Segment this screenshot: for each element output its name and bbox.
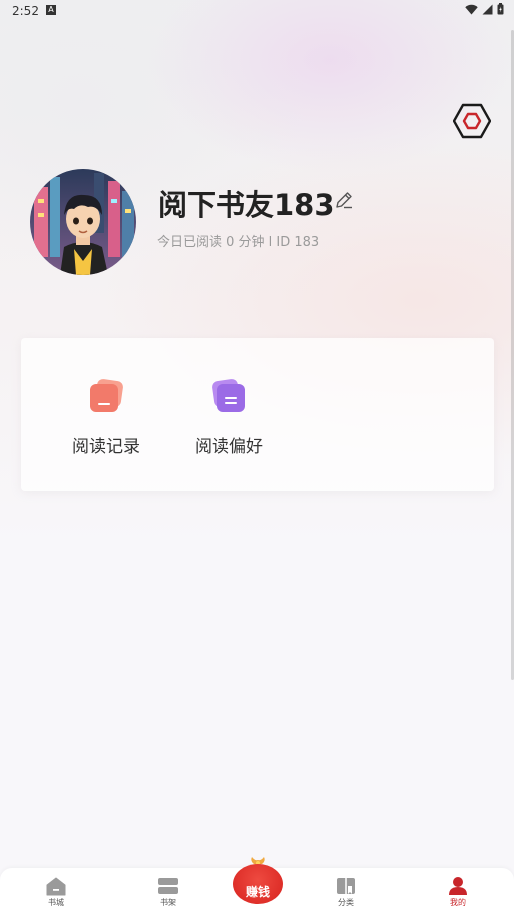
- settings-hexagon-icon: [452, 103, 492, 139]
- avatar[interactable]: [30, 169, 136, 275]
- username: 阅下书友183: [158, 188, 335, 222]
- battery-icon: [497, 3, 504, 15]
- quick-actions-card: 阅读记录 阅读偏好: [21, 338, 494, 491]
- tab-mine[interactable]: 我的: [428, 868, 488, 913]
- earn-money-label: 赚钱: [245, 885, 270, 899]
- settings-button[interactable]: [452, 103, 492, 139]
- reading-preference-label: 阅读偏好: [195, 437, 263, 457]
- edit-name-button[interactable]: [334, 190, 354, 210]
- user-icon: [449, 877, 467, 895]
- wifi-icon: [465, 4, 478, 14]
- notification-a-icon: A: [46, 5, 56, 15]
- status-bar: 2:52 A: [0, 0, 514, 22]
- pencil-icon: [336, 192, 352, 209]
- reading-history-button[interactable]: 阅读记录: [51, 338, 161, 491]
- reading-history-label: 阅读记录: [72, 437, 140, 457]
- tab-bookcity[interactable]: 书城: [26, 868, 86, 913]
- tab-mine-label: 我的: [450, 898, 466, 907]
- status-time: 2:52: [12, 4, 39, 18]
- status-icons: [465, 3, 504, 15]
- tab-bookshelf-label: 书架: [160, 898, 176, 907]
- bookcity-icon: [46, 877, 66, 896]
- tab-category-label: 分类: [338, 898, 354, 907]
- signal-icon: [482, 4, 493, 14]
- bookshelf-icon: [158, 878, 178, 894]
- reading-preference-icon: [211, 378, 247, 414]
- category-icon: [337, 878, 355, 894]
- tab-category[interactable]: 分类: [316, 868, 376, 913]
- tab-bookcity-label: 书城: [48, 898, 64, 907]
- tab-bookshelf[interactable]: 书架: [138, 868, 198, 913]
- avatar-illustration: [30, 169, 136, 275]
- reading-preference-button[interactable]: 阅读偏好: [174, 338, 284, 491]
- reading-history-icon: [88, 378, 124, 414]
- earn-money-button[interactable]: 赚钱: [233, 855, 283, 905]
- reading-stats: 今日已阅读 0 分钟 l ID 183: [157, 235, 320, 250]
